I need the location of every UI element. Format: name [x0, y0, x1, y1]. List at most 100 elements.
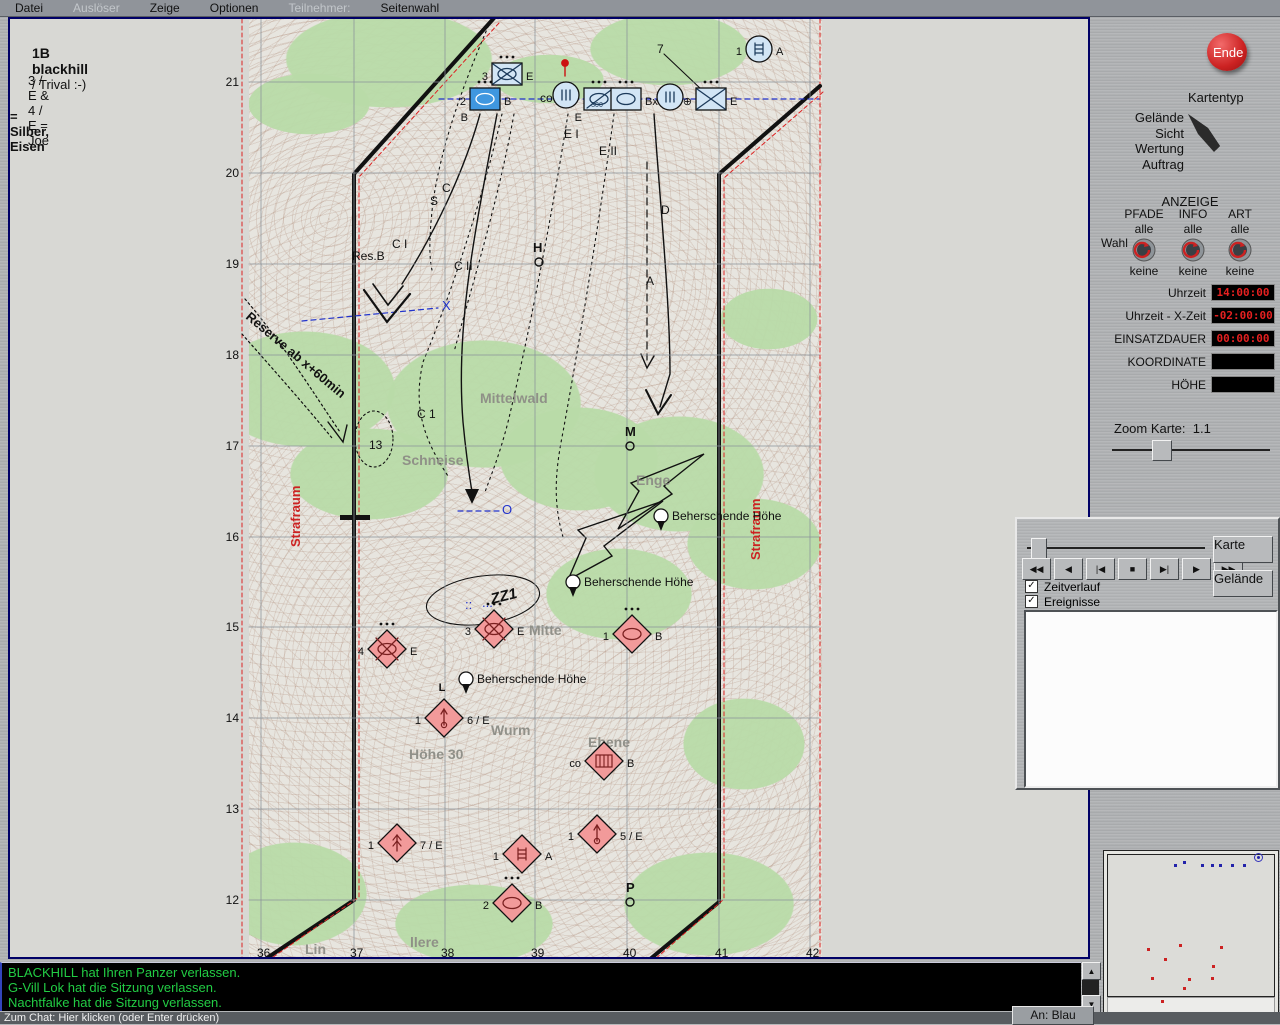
- playback-panel: ◀◀ ◀ |◀ ■ ▶| ▶ ▶▶ Karte Gelände ✓ Zeitverlauf ✓…: [1015, 517, 1280, 790]
- scroll-up-icon[interactable]: ▲: [1082, 962, 1101, 980]
- minimap-blue-unit-dot: [1243, 864, 1246, 867]
- event-listbox[interactable]: [1024, 610, 1278, 788]
- topographic-map[interactable]: [249, 19, 822, 957]
- anzeige-keine-label: keine: [1129, 264, 1159, 278]
- checkbox-icon[interactable]: ✓: [1025, 580, 1038, 593]
- minimap-red-unit-dot: [1220, 946, 1223, 949]
- kartentyp-option-auftrag[interactable]: Auftrag: [1100, 157, 1184, 172]
- checkbox-ereignisse[interactable]: ✓ Ereignisse: [1025, 594, 1100, 609]
- status-field-row: Uhrzeit 14:00:00: [1100, 281, 1278, 304]
- anzeige-knob-icon[interactable]: [1228, 238, 1252, 262]
- slider-track: [1112, 449, 1270, 451]
- chat-line: G-Vill Lok hat die Sitzung verlassen.: [8, 980, 217, 995]
- anzeige-col-name: ART: [1228, 207, 1252, 221]
- checkbox-label: Ereignisse: [1044, 594, 1101, 609]
- menu-bar: Datei Auslöser Zeige Optionen Teilnehmer: Sei…: [0, 0, 1280, 17]
- step-back-button[interactable]: |◀: [1086, 558, 1115, 580]
- map-window[interactable]: 1B blackhill / Trival :-) 3 / E & 4 / E …: [8, 17, 1090, 959]
- slider-thumb[interactable]: [1031, 538, 1047, 559]
- step-forward-button[interactable]: ▶|: [1150, 558, 1179, 580]
- minimap-red-unit-dot: [1183, 987, 1186, 990]
- grid-row-label: 13: [226, 802, 240, 816]
- minimap-red-unit-dot: [1164, 958, 1167, 961]
- menu-item-optionen[interactable]: Optionen: [195, 1, 274, 15]
- status-field-row: Uhrzeit - X-Zeit -02:00:00: [1100, 304, 1278, 327]
- minimap-red-unit-dot: [1212, 965, 1215, 968]
- chat-scrollbar[interactable]: ▲ ▼: [1082, 962, 1101, 1013]
- status-field-row: KOORDINATE: [1100, 350, 1278, 373]
- minimap-red-unit-dot: [1211, 977, 1214, 980]
- minimap-red-unit-dot: [1179, 944, 1182, 947]
- chat-log[interactable]: BLACKHILL hat Ihren Panzer verlassen. G-V…: [0, 962, 1081, 1011]
- field-value: 14:00:00: [1211, 284, 1275, 301]
- minimap-blue-unit-dot: [1219, 864, 1222, 867]
- field-label: Uhrzeit: [1167, 285, 1206, 300]
- ende-button[interactable]: Ende: [1207, 33, 1247, 71]
- kartentyp-title: Kartentyp: [1188, 90, 1244, 105]
- kartentyp-knob-icon[interactable]: [1184, 108, 1232, 160]
- checkbox-icon[interactable]: ✓: [1025, 595, 1038, 608]
- minimap-blue-unit-dot: [1231, 864, 1234, 867]
- status-field-row: HÖHE: [1100, 373, 1278, 396]
- minimap-panel[interactable]: [1103, 850, 1279, 1020]
- stop-button[interactable]: ■: [1118, 558, 1147, 580]
- grid-row-label: 18: [226, 348, 240, 362]
- anzeige-knob-icon[interactable]: [1181, 238, 1205, 262]
- checkbox-zeitverlauf[interactable]: ✓ Zeitverlauf: [1025, 579, 1100, 594]
- slider-track: [1027, 547, 1205, 549]
- anzeige-column-pfade: PFADE alle keine: [1120, 207, 1168, 278]
- zoom-karte-slider[interactable]: [1112, 440, 1270, 461]
- play-back-button[interactable]: ◀: [1054, 558, 1083, 580]
- status-field-row: EINSATZDAUER 00:00:00: [1100, 327, 1278, 350]
- anzeige-col-name: INFO: [1178, 207, 1208, 221]
- kartentyp-option-gelaende[interactable]: Gelände: [1100, 110, 1184, 125]
- annotation-line3: = Silber, Eisen: [10, 109, 50, 154]
- menu-item-seitenwahl[interactable]: Seitenwahl: [365, 1, 454, 15]
- anzeige-keine-label: keine: [1225, 264, 1255, 278]
- field-value: -02:00:00: [1211, 307, 1275, 324]
- anzeige-alle-label: alle: [1183, 222, 1203, 236]
- kartentyp-option-wertung[interactable]: Wertung: [1100, 141, 1184, 156]
- anzeige-keine-label: keine: [1178, 264, 1208, 278]
- grid-row-label: 12: [226, 893, 240, 907]
- field-value: [1211, 376, 1275, 393]
- field-label: EINSATZDAUER: [1114, 331, 1206, 346]
- gelaende-button[interactable]: Gelände: [1213, 570, 1273, 597]
- minimap-red-unit-dot: [1151, 977, 1154, 980]
- anzeige-col-name: PFADE: [1124, 207, 1164, 221]
- grid-row-label: 15: [226, 620, 240, 634]
- minimap-blue-unit-dot: [1174, 864, 1177, 867]
- play-button[interactable]: ▶: [1182, 558, 1211, 580]
- zoom-karte-label: Zoom Karte: 1.1: [1114, 421, 1211, 436]
- chat-recipient-button[interactable]: An: Blau: [1012, 1006, 1094, 1025]
- field-value: [1211, 353, 1275, 370]
- minimap-blue-unit-dot: [1211, 864, 1214, 867]
- field-label: KOORDINATE: [1127, 354, 1206, 369]
- grid-row-label: 17: [226, 439, 240, 453]
- chat-line: BLACKHILL hat Ihren Panzer verlassen.: [8, 965, 241, 980]
- slider-thumb[interactable]: [1152, 440, 1172, 461]
- playback-checkboxes: ✓ Zeitverlauf ✓ Ereignisse: [1025, 579, 1100, 609]
- anzeige-alle-label: alle: [1134, 222, 1154, 236]
- checkbox-label: Zeitverlauf: [1044, 579, 1101, 594]
- anzeige-alle-label: alle: [1230, 222, 1250, 236]
- minimap-red-unit-dot: [1188, 978, 1191, 981]
- field-value: 00:00:00: [1211, 330, 1275, 347]
- menu-item-zeige[interactable]: Zeige: [135, 1, 195, 15]
- anzeige-knob-icon[interactable]: [1132, 238, 1156, 262]
- menu-item-datei[interactable]: Datei: [0, 1, 58, 15]
- grid-row-label: 14: [226, 711, 240, 725]
- minimap-blue-unit-dot: [1201, 864, 1204, 867]
- kartentyp-option-sicht[interactable]: Sicht: [1100, 126, 1184, 141]
- rewind-button[interactable]: ◀◀: [1022, 558, 1051, 580]
- minimap-canvas[interactable]: [1107, 854, 1275, 997]
- karte-button[interactable]: Karte: [1213, 536, 1273, 563]
- grid-row-label: 16: [226, 530, 240, 544]
- grid-row-label: 21: [226, 75, 240, 89]
- grid-row-label: 20: [226, 166, 240, 180]
- anzeige-column-info: INFO alle keine: [1169, 207, 1217, 278]
- menu-item-auslöser: Auslöser: [73, 1, 120, 15]
- minimap-blue-unit-dot: [1254, 853, 1263, 862]
- minimap-blue-unit-dot: [1183, 861, 1186, 864]
- zoom-karte-value: 1.1: [1192, 421, 1211, 436]
